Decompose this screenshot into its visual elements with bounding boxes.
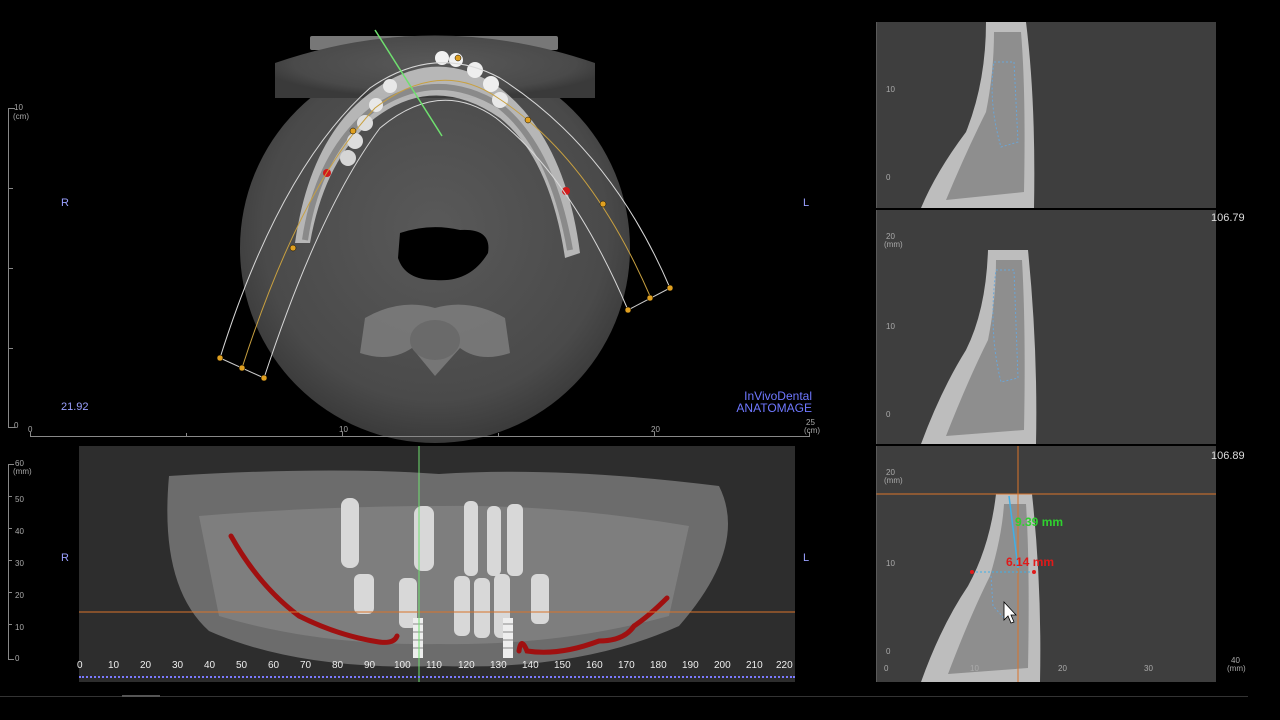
pano-vruler-0: 0 xyxy=(15,654,20,663)
implant-right[interactable] xyxy=(503,618,513,658)
pano-vruler-10: 10 xyxy=(15,623,24,632)
bottom-divider xyxy=(0,696,1248,697)
pano-scale-100: 100 xyxy=(394,660,411,671)
axial-horizontal-ruler xyxy=(30,436,810,437)
pano-vruler-30: 30 xyxy=(15,559,24,568)
pano-scale-30: 30 xyxy=(172,660,184,671)
pano-vruler-40: 40 xyxy=(15,527,24,536)
cs2-vlabel-0: 0 xyxy=(886,410,891,419)
cross-section-2[interactable] xyxy=(876,210,1216,444)
axial-orient-right-side: R xyxy=(61,197,69,209)
cs3-vlabel-10: 10 xyxy=(886,559,895,568)
pano-vruler-50: 50 xyxy=(15,495,24,504)
axial-vertical-ruler xyxy=(8,108,23,428)
pano-scale-180: 180 xyxy=(650,660,667,671)
pano-scale-80: 80 xyxy=(332,660,344,671)
cs2-unit: (mm) xyxy=(884,240,903,249)
cs1-vlabel-0: 0 xyxy=(886,173,891,182)
pano-scale-0: 0 xyxy=(77,660,83,671)
pano-vruler-unit: (mm) xyxy=(13,467,32,476)
pano-scale-50: 50 xyxy=(236,660,248,671)
axial-vruler-bottom: 0 xyxy=(14,421,19,430)
axial-orient-left-side: L xyxy=(803,197,810,209)
axial-ct-image[interactable] xyxy=(200,18,680,443)
cross-section-1[interactable] xyxy=(876,22,1216,208)
cs3-vlabel-0: 0 xyxy=(886,647,891,656)
pano-scale-70: 70 xyxy=(300,660,312,671)
pano-scale-90: 90 xyxy=(364,660,376,671)
axial-slice-value: 21.92 xyxy=(61,401,89,413)
cs-scale-20: 20 xyxy=(1058,664,1067,673)
cs1-vlabel-10: 10 xyxy=(886,85,895,94)
cs2-vlabel-10: 10 xyxy=(886,322,895,331)
pano-scale-10: 10 xyxy=(108,660,120,671)
cs-scale-0: 0 xyxy=(884,664,889,673)
pano-scale-170: 170 xyxy=(618,660,635,671)
axial-hruler-20: 20 xyxy=(651,425,660,434)
axial-view[interactable]: 10 (cm) 0 R L 21.92 InVivoDental ANATOMA… xyxy=(0,0,830,443)
pano-scale-160: 160 xyxy=(586,660,603,671)
pano-orient-left-side: L xyxy=(803,552,810,564)
pano-scale-190: 190 xyxy=(682,660,699,671)
width-measurement[interactable]: 6.14 mm xyxy=(1006,555,1054,569)
implant-left[interactable] xyxy=(413,618,423,658)
cs2-value: 106.79 xyxy=(1211,212,1245,224)
axial-vruler-unit: (cm) xyxy=(13,112,29,121)
cs3-unit: (mm) xyxy=(884,476,903,485)
pano-orient-right-side: R xyxy=(61,552,69,564)
pano-scale-140: 140 xyxy=(522,660,539,671)
cs3-value: 106.89 xyxy=(1211,450,1245,462)
pano-scale-130: 130 xyxy=(490,660,507,671)
axial-hruler-0: 0 xyxy=(28,425,33,434)
cs-scale-unit: (mm) xyxy=(1227,664,1246,673)
scrollbar-thumb[interactable] xyxy=(122,695,160,697)
pano-scale-110: 110 xyxy=(426,660,442,671)
pano-scale-220: 220 xyxy=(776,660,793,671)
cs-scale-30: 30 xyxy=(1144,664,1153,673)
pano-scale-60: 60 xyxy=(268,660,280,671)
pano-scale-200: 200 xyxy=(714,660,731,671)
axial-hruler-10: 10 xyxy=(339,425,348,434)
panoramic-image[interactable] xyxy=(79,446,795,682)
pano-scale-150: 150 xyxy=(554,660,571,671)
axial-vruler-top: 10 xyxy=(14,103,23,112)
pano-vruler-20: 20 xyxy=(15,591,24,600)
pano-scale-20: 20 xyxy=(140,660,152,671)
pano-scale-120: 120 xyxy=(458,660,475,671)
height-measurement[interactable]: 9.39 mm xyxy=(1015,515,1063,529)
pano-scale-210: 210 xyxy=(746,660,763,671)
cs-scale-10: 10 xyxy=(970,664,979,673)
pano-scale-40: 40 xyxy=(204,660,216,671)
panoramic-view[interactable]: 60 (mm) 50 40 30 20 10 0 R L 0 10 20 30 … xyxy=(0,440,830,690)
axial-hruler-unit: (cm) xyxy=(804,426,820,435)
pano-scale: 0 10 20 30 40 50 60 70 80 90 100 110 120… xyxy=(77,656,795,684)
anatomage-watermark: InVivoDental ANATOMAGE xyxy=(736,389,812,415)
